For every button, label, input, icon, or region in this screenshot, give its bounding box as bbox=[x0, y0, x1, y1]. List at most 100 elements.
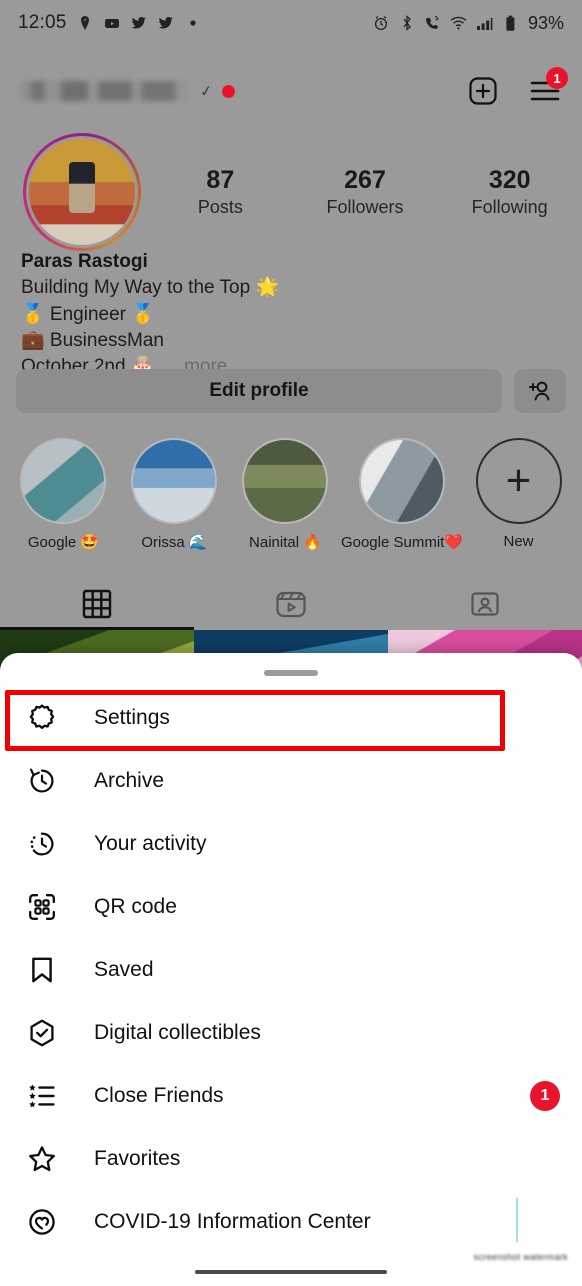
tab-tagged[interactable] bbox=[388, 578, 582, 630]
stat-following[interactable]: 320 Following bbox=[437, 166, 582, 219]
sheet-drag-handle[interactable] bbox=[264, 670, 318, 676]
highlight-cover bbox=[131, 438, 218, 524]
status-bar: 12:05 93% bbox=[0, 0, 582, 46]
highlight-nainital[interactable]: Nainital 🔥 bbox=[230, 438, 341, 551]
dot-icon bbox=[184, 14, 202, 32]
twitter-icon bbox=[157, 14, 175, 32]
menu-item-qr-code[interactable]: QR code bbox=[0, 875, 582, 938]
phone-screen: 12:05 93% ✓ 1 87 Posts 267 Followers 320… bbox=[0, 0, 582, 1286]
wifi-icon bbox=[450, 14, 468, 32]
username-blurred[interactable] bbox=[20, 81, 188, 101]
profile-stats-row: 87 Posts 267 Followers 320 Following bbox=[0, 133, 582, 251]
posts-count: 87 bbox=[206, 165, 235, 194]
menu-item-label: Digital collectibles bbox=[94, 1020, 261, 1044]
status-bar-right: 93% bbox=[372, 13, 564, 34]
profile-tabs bbox=[0, 578, 582, 630]
bio-line-3: 💼 BusinessMan bbox=[21, 329, 164, 351]
highlight-cover bbox=[358, 438, 445, 524]
bluetooth-icon bbox=[398, 14, 416, 32]
highlight-google-summit[interactable]: Google Summit❤️ bbox=[341, 438, 463, 551]
location-icon bbox=[76, 14, 94, 32]
highlight-orissa[interactable]: Orissa 🌊 bbox=[119, 438, 230, 551]
highlight-cover bbox=[20, 438, 107, 524]
edit-profile-button[interactable]: Edit profile bbox=[16, 369, 502, 413]
header-actions: 1 bbox=[466, 67, 568, 108]
menu-item-close-friends[interactable]: Close Friends 1 bbox=[0, 1064, 582, 1127]
star-list-icon bbox=[22, 1076, 62, 1116]
status-bar-left: 12:05 bbox=[18, 12, 202, 34]
watermark-text: screenshot watermark bbox=[473, 1252, 568, 1262]
followers-count: 267 bbox=[344, 165, 386, 194]
profile-bio: Paras Rastogi Building My Way to the Top… bbox=[21, 249, 562, 379]
signal-icon bbox=[476, 14, 494, 32]
story-ring bbox=[23, 133, 141, 251]
menu-item-label: Favorites bbox=[94, 1146, 181, 1170]
followers-label: Followers bbox=[326, 197, 404, 218]
watermark-line bbox=[516, 1198, 518, 1242]
profile-action-buttons: Edit profile bbox=[16, 369, 566, 413]
activity-clock-icon bbox=[22, 824, 62, 864]
stat-followers[interactable]: 267 Followers bbox=[293, 166, 438, 219]
tab-grid[interactable] bbox=[0, 578, 194, 630]
qr-code-icon bbox=[22, 887, 62, 927]
highlight-cover bbox=[242, 438, 329, 524]
highlight-google[interactable]: Google 🤩 bbox=[8, 438, 119, 551]
highlight-new[interactable]: + New bbox=[463, 438, 574, 551]
home-indicator[interactable] bbox=[195, 1270, 387, 1274]
menu-item-label: Close Friends bbox=[94, 1083, 224, 1107]
menu-item-archive[interactable]: Archive bbox=[0, 749, 582, 812]
menu-item-digital-collectibles[interactable]: Digital collectibles bbox=[0, 1001, 582, 1064]
hamburger-menu-button[interactable]: 1 bbox=[528, 67, 568, 108]
bio-line-2: 🥇 Engineer 🥇 bbox=[21, 303, 155, 325]
menu-item-your-activity[interactable]: Your activity bbox=[0, 812, 582, 875]
menu-badge: 1 bbox=[546, 67, 568, 89]
grid-icon bbox=[82, 589, 112, 619]
menu-item-label: Saved bbox=[94, 957, 154, 981]
twitter-icon bbox=[130, 14, 148, 32]
menu-item-label: Settings bbox=[94, 705, 170, 729]
call-mute-icon bbox=[424, 14, 442, 32]
close-friends-badge: 1 bbox=[530, 1080, 560, 1111]
highlight-label: Orissa 🌊 bbox=[141, 534, 208, 551]
heart-circle-icon bbox=[22, 1202, 62, 1242]
youtube-icon bbox=[103, 14, 121, 32]
archive-clock-icon bbox=[22, 761, 62, 801]
posts-label: Posts bbox=[197, 197, 243, 218]
highlight-label: Google Summit❤️ bbox=[340, 534, 464, 551]
add-person-icon bbox=[529, 381, 550, 401]
menu-item-label: Your activity bbox=[94, 831, 207, 855]
menu-item-label: COVID-19 Information Center bbox=[94, 1209, 371, 1233]
menu-item-label: Archive bbox=[94, 768, 165, 792]
menu-item-favorites[interactable]: Favorites bbox=[0, 1127, 582, 1190]
new-highlight-icon: + bbox=[475, 438, 562, 524]
battery-percent: 93% bbox=[527, 12, 564, 33]
bookmark-icon bbox=[22, 950, 62, 990]
menu-list: Settings Archive Your activity QR code S… bbox=[0, 686, 582, 1253]
tagged-icon bbox=[471, 592, 499, 616]
highlight-label: New bbox=[503, 533, 534, 550]
shield-check-icon bbox=[22, 1013, 62, 1053]
highlight-label: Nainital 🔥 bbox=[249, 534, 322, 551]
stat-posts[interactable]: 87 Posts bbox=[148, 166, 293, 219]
tab-reels[interactable] bbox=[194, 578, 388, 630]
avatar[interactable] bbox=[16, 133, 148, 251]
story-highlights: Google 🤩 Orissa 🌊 Nainital 🔥 Google Summ… bbox=[0, 438, 582, 551]
highlight-label: Google 🤩 bbox=[27, 534, 100, 551]
menu-item-saved[interactable]: Saved bbox=[0, 938, 582, 1001]
status-bar-clock: 12:05 bbox=[18, 12, 67, 33]
menu-item-covid-information-center[interactable]: COVID-19 Information Center bbox=[0, 1190, 582, 1253]
star-icon bbox=[22, 1139, 62, 1179]
following-count: 320 bbox=[488, 165, 531, 194]
display-name: Paras Rastogi bbox=[21, 251, 148, 272]
avatar-image bbox=[26, 136, 138, 248]
menu-item-label: QR code bbox=[94, 894, 177, 918]
add-person-button[interactable] bbox=[514, 369, 566, 413]
reels-icon bbox=[276, 591, 306, 618]
new-post-button[interactable] bbox=[466, 74, 500, 108]
following-label: Following bbox=[471, 197, 548, 218]
bio-line-1: Building My Way to the Top 🌟 bbox=[21, 277, 280, 299]
menu-item-settings[interactable]: Settings bbox=[0, 686, 582, 749]
profile-header: ✓ 1 bbox=[0, 60, 582, 122]
profile-menu-bottom-sheet: Settings Archive Your activity QR code S… bbox=[0, 653, 582, 1286]
unread-status-dot bbox=[221, 84, 235, 98]
